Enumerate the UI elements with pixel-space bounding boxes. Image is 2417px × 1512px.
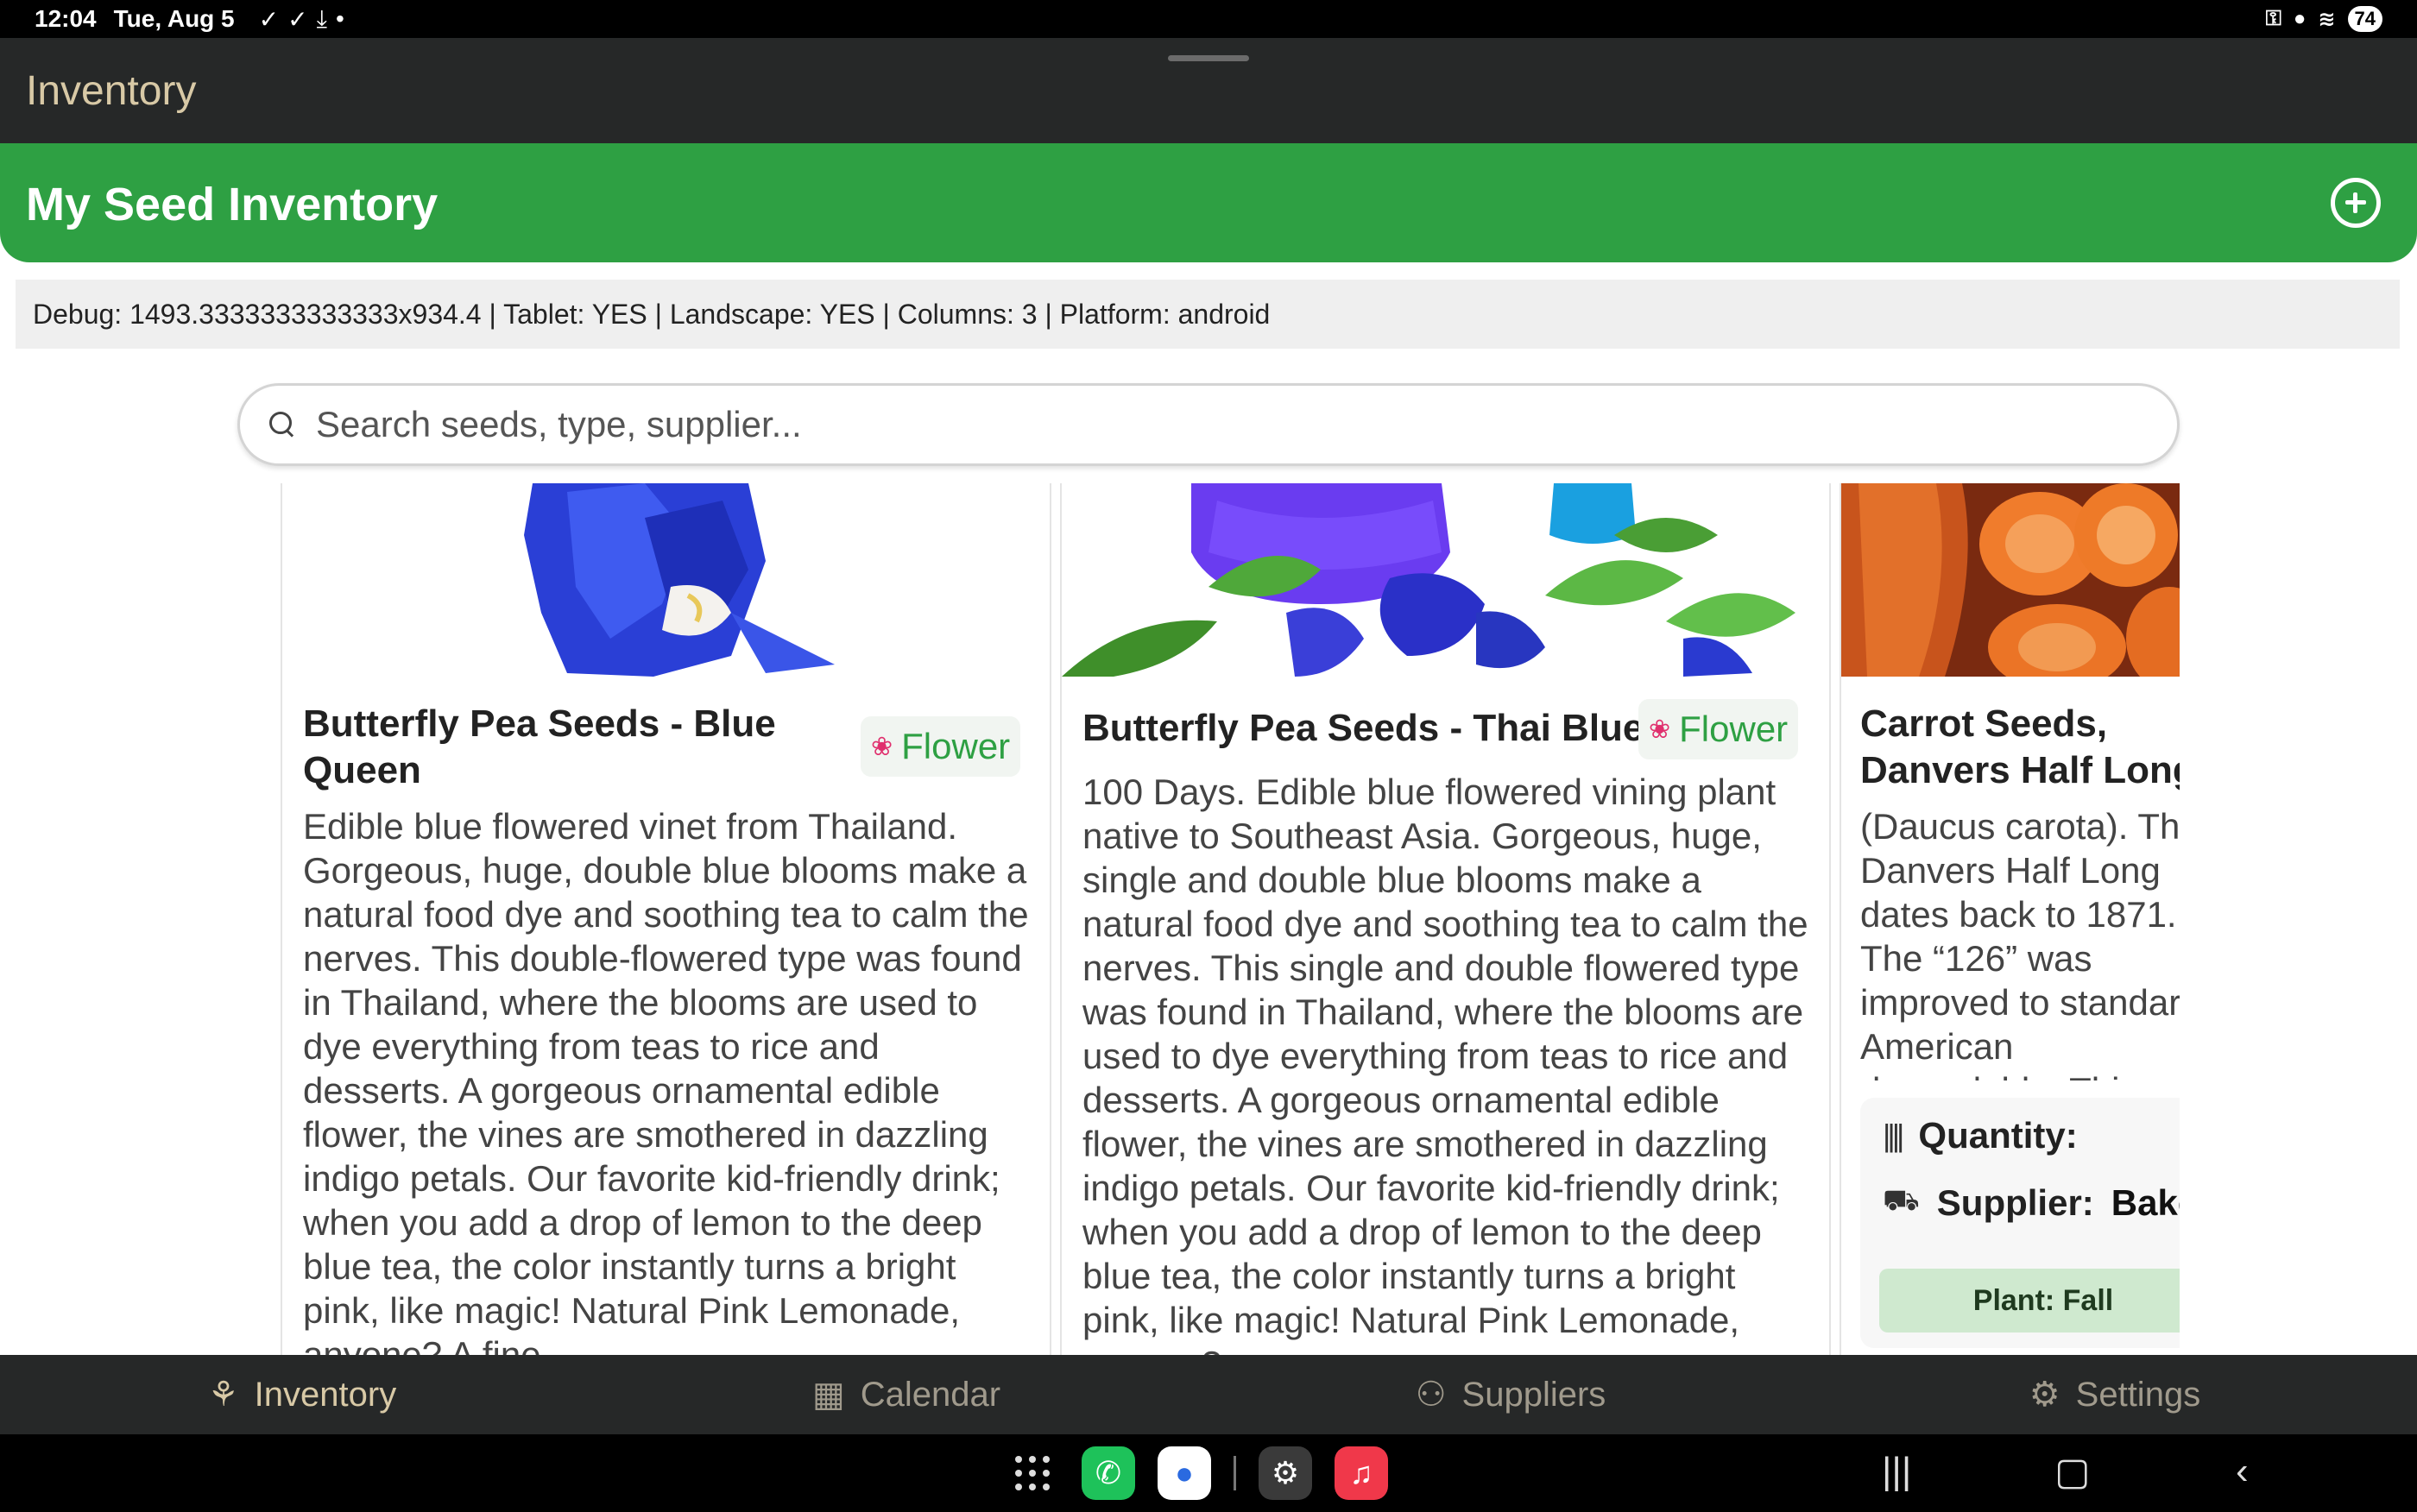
page-title: My Seed Inventory [26, 179, 439, 230]
battery-indicator: 74 [2347, 6, 2382, 32]
messages-app-icon[interactable]: ● [1158, 1446, 1211, 1500]
plant-season-chip: Plant: Fall [1879, 1269, 2180, 1332]
page-header: My Seed Inventory [0, 143, 2417, 262]
plus-circle-icon[interactable] [2331, 178, 2381, 228]
dot-icon: • [335, 4, 344, 32]
recents-icon[interactable]: ||| [1882, 1450, 1911, 1493]
search-input[interactable] [316, 404, 2129, 445]
search-icon [268, 410, 297, 439]
debug-info: Debug: 1493.3333333333333x934.4 | Tablet… [16, 280, 2400, 349]
sprout-icon: ⚘ [207, 1376, 239, 1414]
seed-title: Butterfly Pea Seeds - Blue Queen [303, 702, 776, 791]
barcode-icon: |||| [1883, 1118, 1904, 1153]
seed-image [1062, 483, 1829, 677]
music-app-icon[interactable]: ♫ [1335, 1446, 1388, 1500]
type-badge-label: Flower [901, 726, 1011, 766]
seed-description: 100 Days. Edible blue flowered vining pl… [1082, 772, 1808, 1355]
app-dock: ✆ ● ⚙ ♫ [1006, 1446, 1388, 1500]
system-navigation: ✆ ● ⚙ ♫ ||| ▢ ‹ [0, 1434, 2417, 1512]
quantity-label: Quantity: [1918, 1115, 2078, 1156]
nav-item-label: Settings [2075, 1375, 2201, 1414]
check-circle-icon: ✓ [258, 5, 280, 33]
key-icon: ⚿ [2265, 7, 2281, 30]
seed-description: Edible blue flowered vinet from Thailand… [303, 806, 1029, 1355]
supplier-value: Bake [2111, 1182, 2180, 1223]
status-date: Tue, Aug 5 [113, 5, 235, 32]
nav-item-label: Suppliers [1461, 1375, 1606, 1414]
seed-description: (Daucus carota). The Danvers Half Long d… [1860, 806, 2180, 1080]
dock-divider [1234, 1456, 1236, 1490]
calendar-icon: ▦ [811, 1376, 845, 1414]
nav-item-label: Inventory [254, 1375, 397, 1414]
home-icon[interactable]: ▢ [2054, 1450, 2091, 1494]
download-icon: ⤓ [316, 4, 327, 32]
phone-app-icon[interactable]: ✆ [1082, 1446, 1135, 1500]
supplier-row: ⛟ Supplier: Bake [1883, 1182, 2180, 1224]
app-bar: Inventory [0, 38, 2417, 143]
nav-item-calendar[interactable]: ▦ Calendar [604, 1355, 1208, 1434]
back-icon[interactable]: ‹ [2236, 1450, 2249, 1493]
status-time: 12:04 [35, 5, 97, 32]
type-badge: ❀ Flower [1638, 699, 1799, 759]
bottom-navigation: ⚘ Inventory ▦ Calendar ⚇ Suppliers ⚙ Set… [0, 1355, 2417, 1434]
flower-icon: ❀ [871, 732, 893, 761]
seed-card[interactable]: Carrot Seeds, Danvers Half Long (Daucus … [1840, 483, 2180, 1355]
seed-card[interactable]: Butterfly Pea Seeds - Thai Blue ❀ Flower… [1060, 483, 1831, 1355]
users-icon: ⚇ [1415, 1376, 1447, 1414]
drag-handle[interactable] [1168, 55, 1249, 61]
supplier-label: Supplier: [1936, 1182, 2094, 1223]
search-bar[interactable] [237, 383, 2180, 466]
seed-title: Butterfly Pea Seeds - Thai Blue [1082, 707, 1644, 749]
nav-item-settings[interactable]: ⚙ Settings [1813, 1355, 2417, 1434]
nav-item-label: Calendar [860, 1375, 1001, 1414]
flower-icon: ❀ [1649, 715, 1671, 744]
gear-icon: ⚙ [2029, 1376, 2060, 1414]
wifi-icon: ≋ [2318, 7, 2336, 31]
app-bar-title: Inventory [26, 68, 197, 114]
seed-details: |||| Quantity: ⛟ Supplier: Bake Plant: F… [1860, 1098, 2180, 1348]
type-badge-label: Flower [1679, 709, 1789, 749]
seed-image [1841, 483, 2180, 677]
nav-item-inventory[interactable]: ⚘ Inventory [0, 1355, 604, 1434]
quantity-row: |||| Quantity: [1883, 1115, 2078, 1156]
seed-card[interactable]: Butterfly Pea Seeds - Blue Queen ❀ Flowe… [281, 483, 1051, 1355]
truck-icon: ⛟ [1883, 1184, 1920, 1217]
seed-image [282, 483, 1050, 677]
location-icon: ● [2293, 7, 2307, 30]
check-circle-icon: ✓ [287, 5, 308, 33]
type-badge: ❀ Flower [861, 716, 1021, 777]
status-bar: 12:04 Tue, Aug 5 ✓ ✓ ⤓ • ⚿ ● ≋ 74 [0, 0, 2417, 38]
nav-item-suppliers[interactable]: ⚇ Suppliers [1208, 1355, 1813, 1434]
seed-card-grid: Butterfly Pea Seeds - Blue Queen ❀ Flowe… [281, 483, 2180, 1355]
apps-grid-icon[interactable] [1006, 1446, 1059, 1500]
settings-app-icon[interactable]: ⚙ [1259, 1446, 1312, 1500]
seed-title: Carrot Seeds, Danvers Half Long [1860, 702, 2180, 791]
